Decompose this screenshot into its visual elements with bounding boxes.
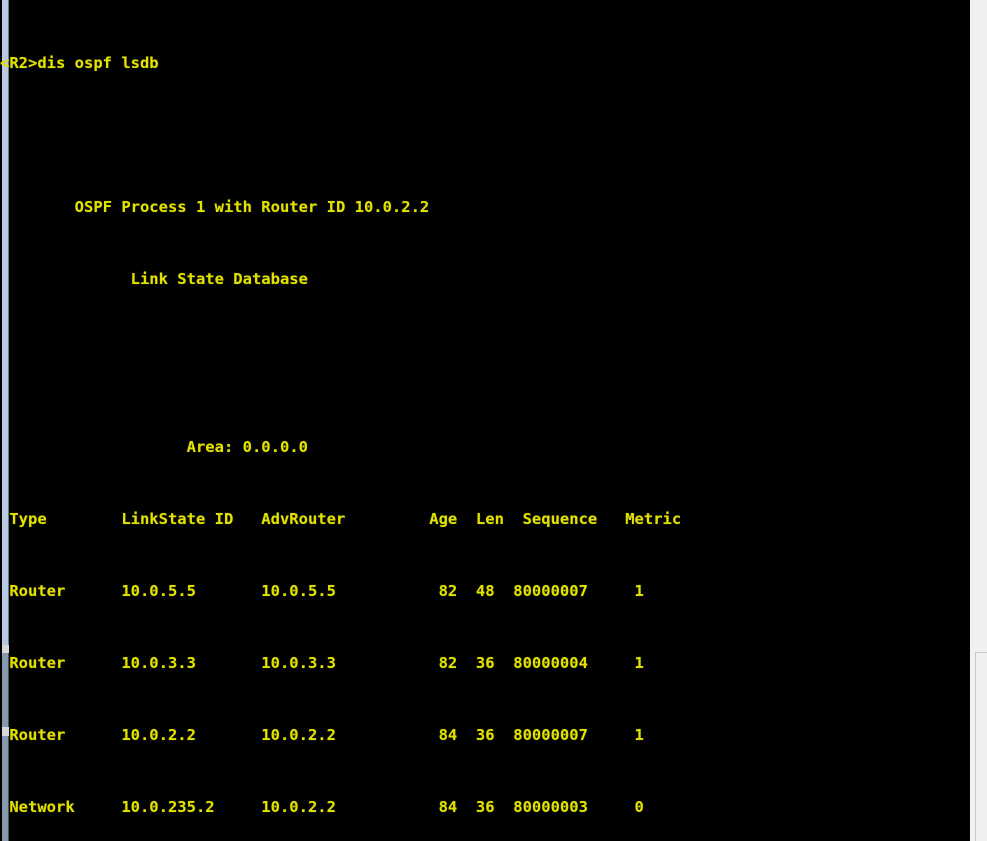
table-row: Router 10.0.2.2 10.0.2.2 84 36 80000007 …	[0, 726, 644, 744]
table-row: Router 10.0.5.5 10.0.5.5 82 48 80000007 …	[0, 582, 644, 600]
table-row: Network 10.0.235.2 10.0.2.2 84 36 800000…	[0, 798, 644, 816]
terminal-window: <R2>dis ospf lsdb OSPF Process 1 with Ro…	[0, 0, 987, 841]
console-surface[interactable]: <R2>dis ospf lsdb OSPF Process 1 with Ro…	[0, 0, 970, 841]
area-backbone-column-header: Type LinkState ID AdvRouter Age Len Sequ…	[0, 510, 682, 528]
ospf-process-header: OSPF Process 1 with Router ID 10.0.2.2	[0, 198, 430, 216]
console-output: <R2>dis ospf lsdb OSPF Process 1 with Ro…	[0, 0, 970, 841]
link-state-database-header: Link State Database	[0, 270, 308, 288]
window-right-chrome	[969, 0, 987, 841]
area-backbone-title: Area: 0.0.0.0	[0, 438, 308, 456]
table-row: Router 10.0.3.3 10.0.3.3 82 36 80000004 …	[0, 654, 644, 672]
chrome-edge-vertical	[975, 652, 976, 841]
chrome-edge-horizontal	[975, 652, 987, 653]
prompt-command-line: <R2>dis ospf lsdb	[0, 54, 159, 72]
